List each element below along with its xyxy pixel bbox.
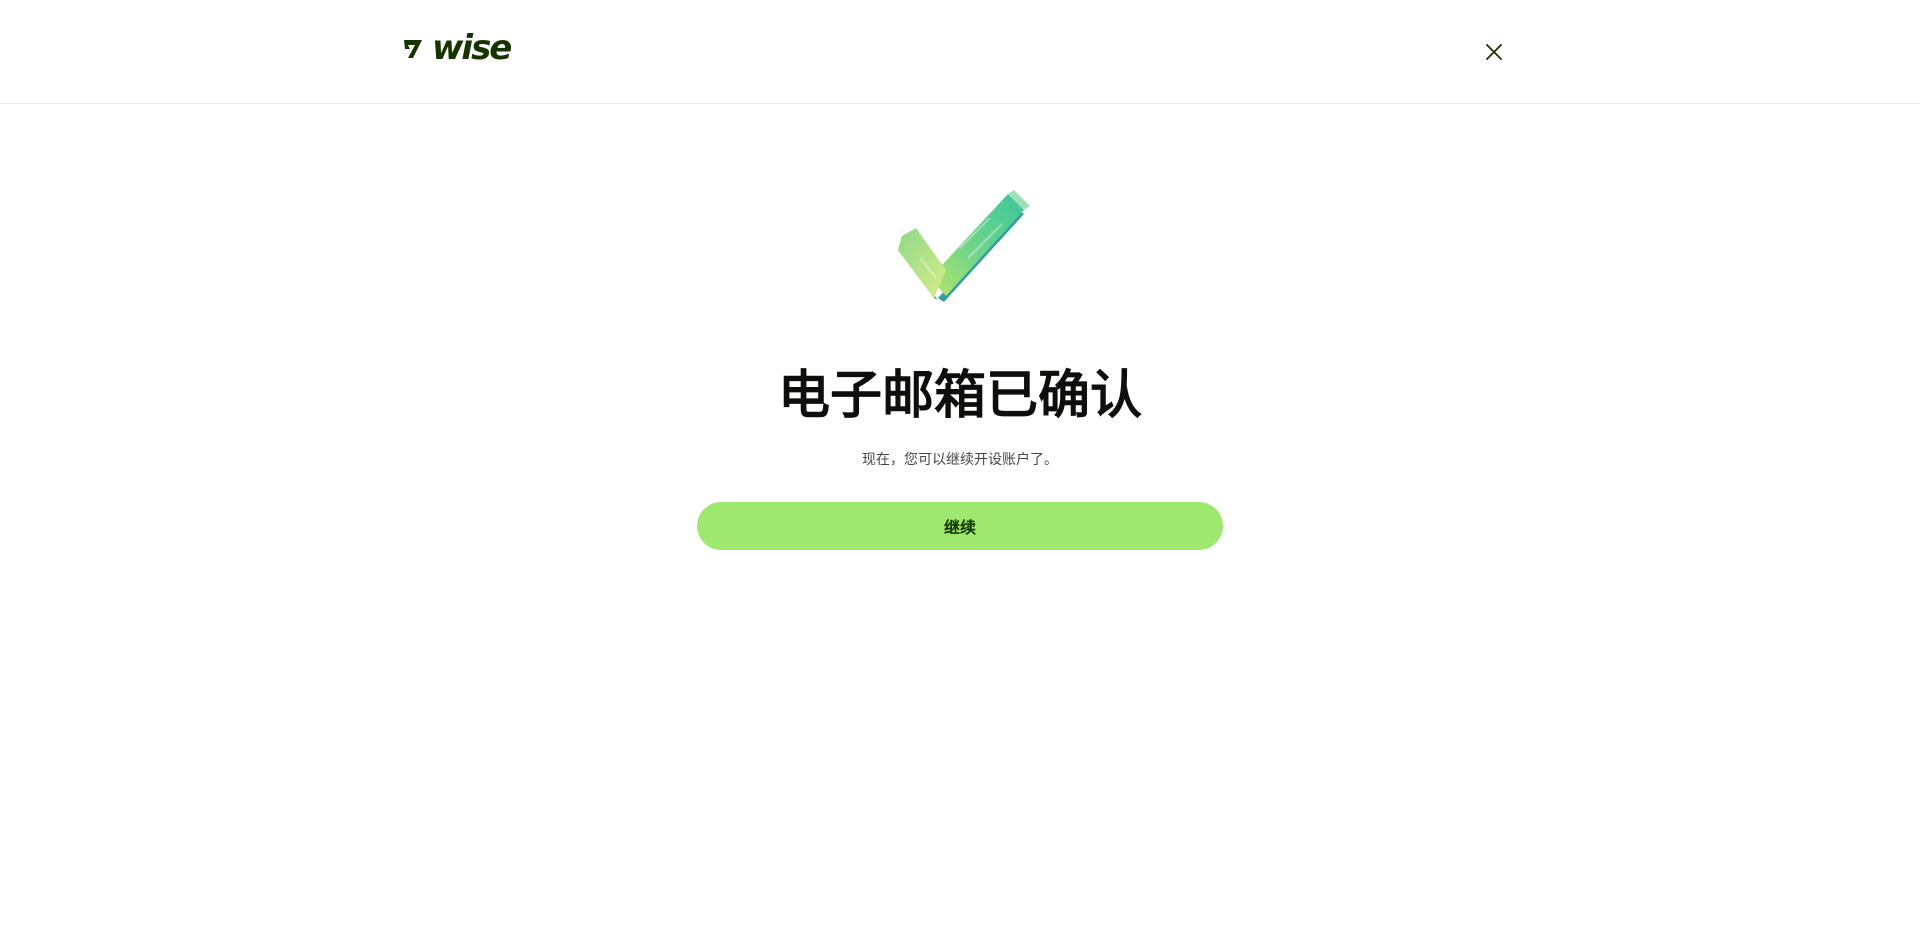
continue-button[interactable]: 继续 <box>697 502 1223 550</box>
close-icon <box>1486 44 1502 60</box>
green-checkmark-icon <box>898 190 1030 302</box>
wise-logo-text: wise <box>432 28 512 68</box>
wise-flag-icon <box>404 40 422 58</box>
page-subtitle: 现在，您可以继续开设账户了。 <box>862 452 1058 468</box>
close-button[interactable] <box>1476 36 1512 68</box>
top-bar: wise <box>0 0 1920 104</box>
wise-logo[interactable]: wise <box>402 28 512 68</box>
page-title: 电子邮箱已确认 <box>777 366 1142 426</box>
